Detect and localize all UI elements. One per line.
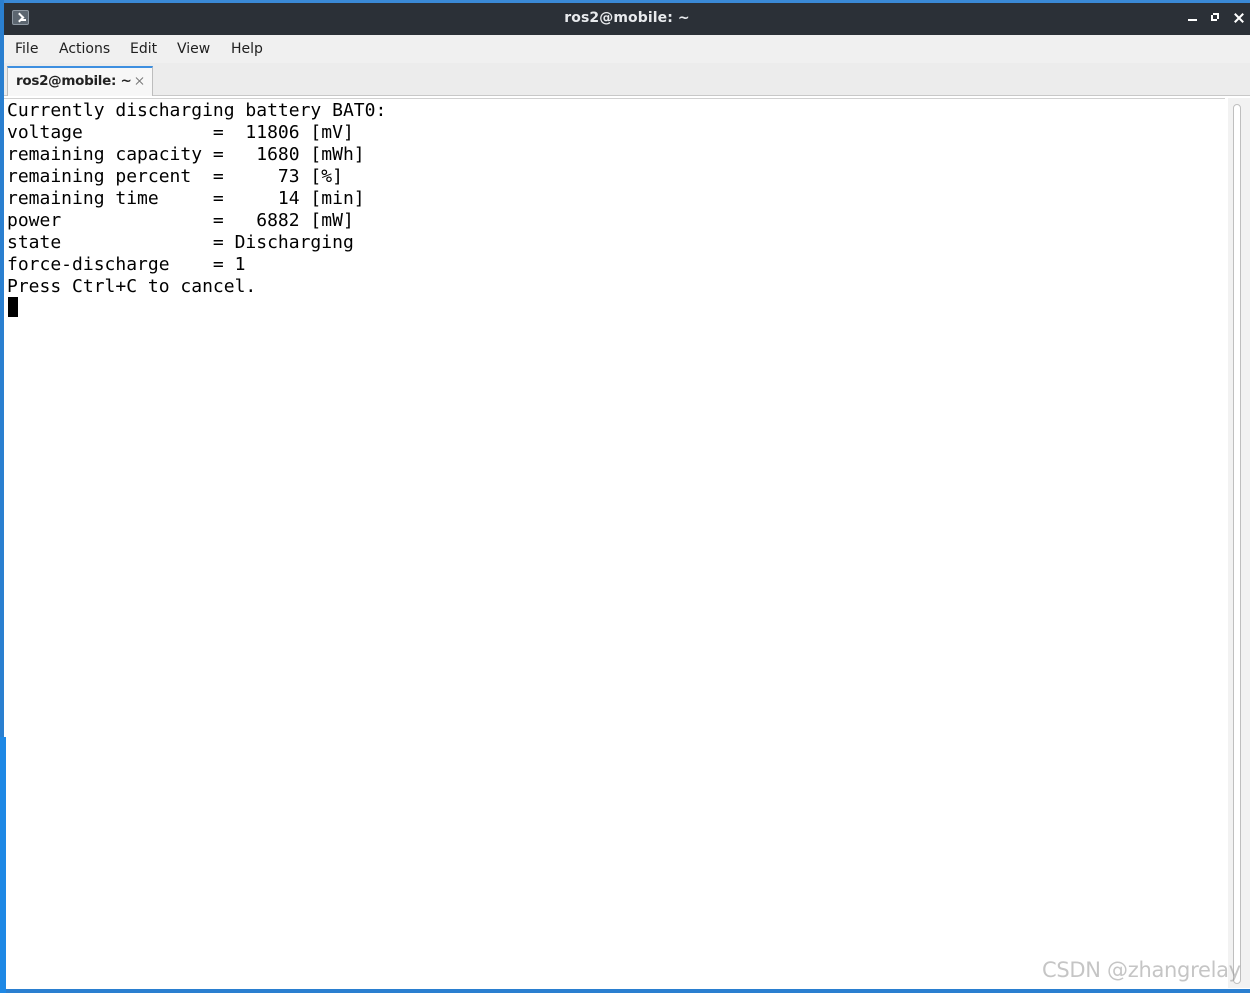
terminal-line: voltage = 11806 [mV]: [7, 122, 354, 143]
terminal-text: Currently discharging battery BAT0: volt…: [7, 100, 386, 298]
menu-file[interactable]: File: [15, 41, 38, 57]
terminal-line: remaining percent = 73 [%]: [7, 166, 343, 187]
text-cursor: [8, 297, 18, 317]
terminal-line: power = 6882 [mW]: [7, 210, 354, 231]
tab-label: ros2@mobile: ~: [16, 73, 132, 89]
terminal-output-area[interactable]: Currently discharging battery BAT0: volt…: [4, 98, 1225, 993]
tab-bar: ros2@mobile: ~: [4, 63, 1250, 96]
terminal-line: Currently discharging battery BAT0:: [7, 100, 387, 121]
window-title: ros2@mobile: ~: [564, 10, 690, 26]
vertical-scrollbar[interactable]: [1228, 98, 1250, 988]
menu-view[interactable]: View: [177, 41, 210, 57]
terminal-window: ros2@mobile: ~ File Actions Edit View He…: [0, 0, 1250, 993]
maximize-button[interactable]: [1207, 9, 1225, 27]
terminal-line: remaining capacity = 1680 [mWh]: [7, 144, 365, 165]
menu-edit[interactable]: Edit: [130, 41, 157, 57]
desktop-edge: [0, 737, 6, 993]
tab-terminal[interactable]: ros2@mobile: ~: [7, 66, 153, 96]
terminal-line: remaining time = 14 [min]: [7, 188, 365, 209]
menu-actions[interactable]: Actions: [59, 41, 110, 57]
close-icon: [1233, 12, 1245, 24]
scrollbar-thumb[interactable]: [1233, 104, 1241, 984]
title-bar[interactable]: ros2@mobile: ~: [4, 0, 1250, 35]
terminal-line: state = Discharging: [7, 232, 354, 253]
minimize-button[interactable]: [1184, 9, 1202, 27]
minimize-icon: [1188, 19, 1197, 21]
tab-close-icon[interactable]: [135, 76, 145, 86]
close-button[interactable]: [1230, 9, 1248, 27]
terminal-line: force-discharge = 1: [7, 254, 246, 275]
watermark: CSDN @zhangrelay: [1042, 958, 1241, 982]
menu-bar: File Actions Edit View Help: [4, 35, 1250, 63]
window-border-bottom: [4, 989, 1250, 993]
terminal-line: Press Ctrl+C to cancel.: [7, 276, 257, 297]
maximize-icon: [1211, 13, 1219, 21]
menu-help[interactable]: Help: [231, 41, 263, 57]
